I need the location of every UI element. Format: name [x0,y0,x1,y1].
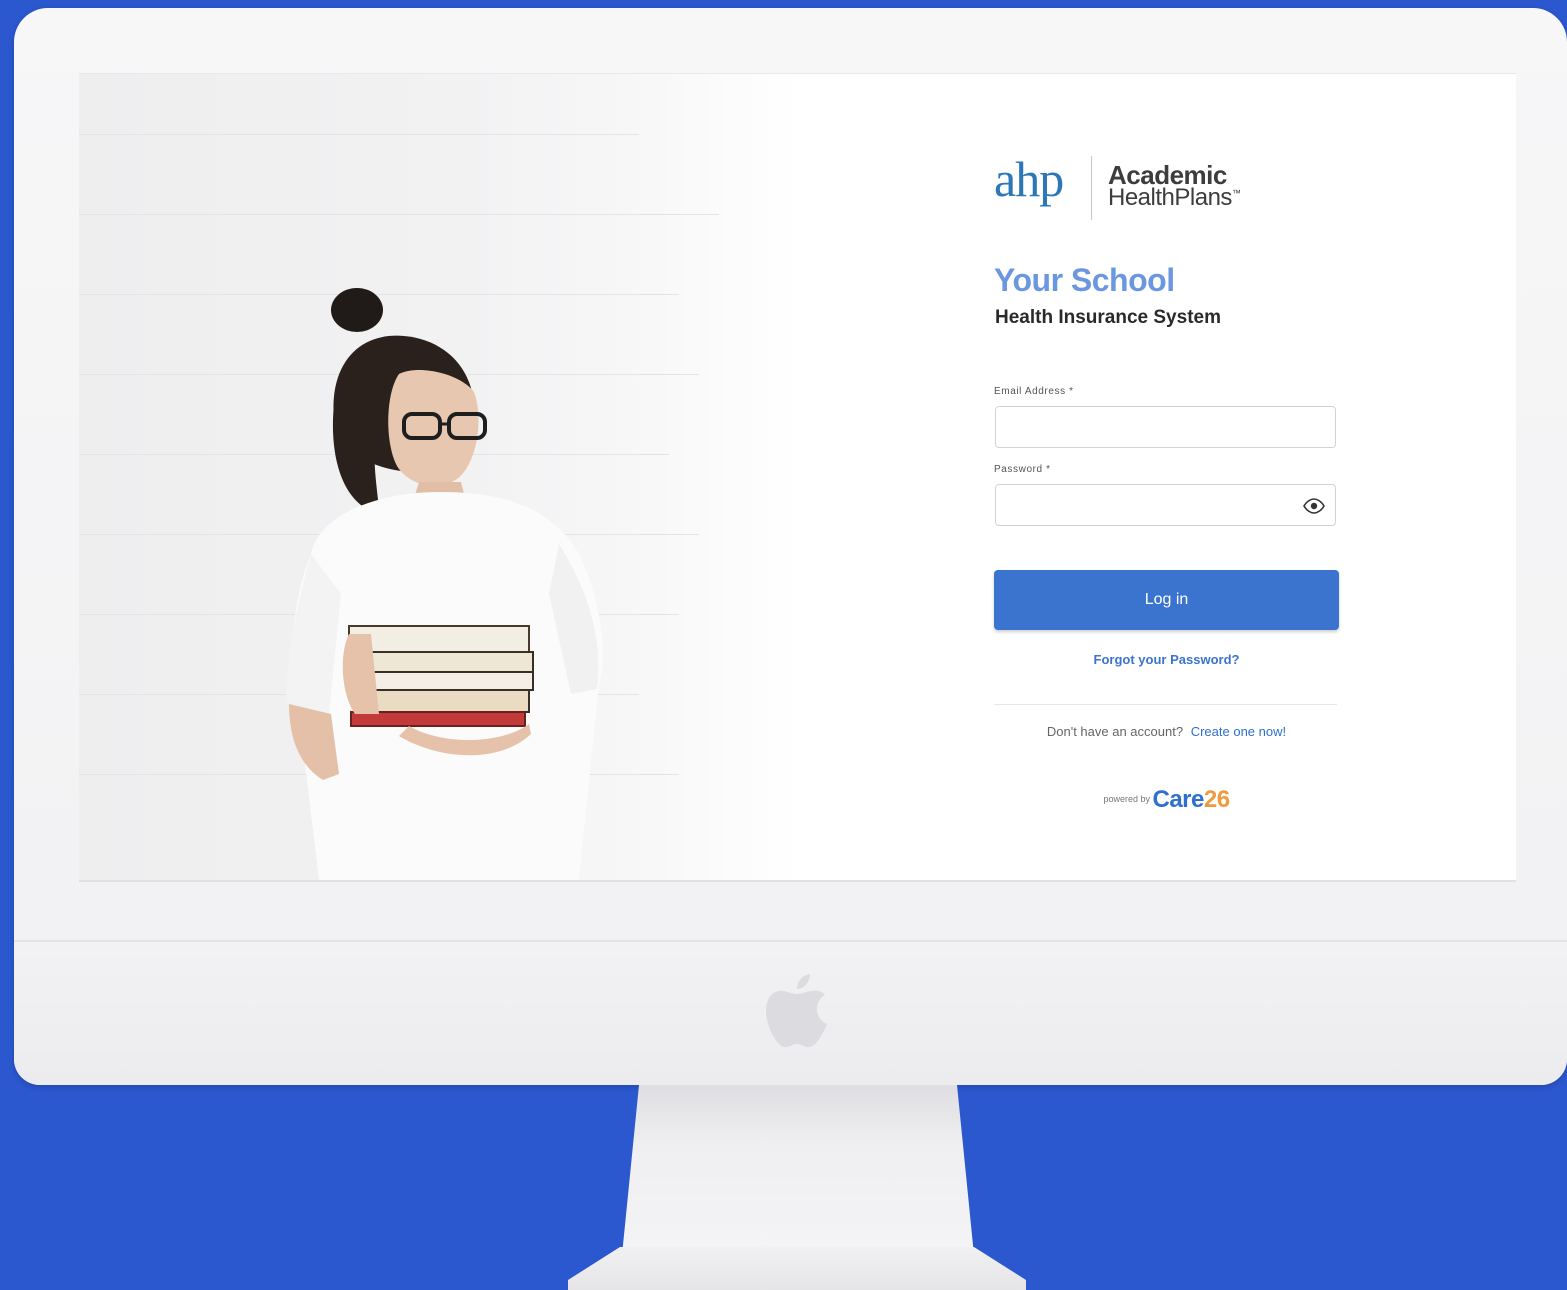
signup-row: Don't have an account? Create one now! [994,724,1339,739]
create-account-link[interactable]: Create one now! [1191,724,1286,739]
page-subtitle: Health Insurance System [995,307,1221,328]
screen: ahp Academic HealthPlans™ Your School He… [79,73,1516,882]
forgot-password-link[interactable]: Forgot your Password? [994,652,1339,667]
brand-name-line2: HealthPlans™ [1108,184,1241,212]
monitor-base [568,1247,1026,1290]
password-input[interactable] [996,485,1310,525]
email-label: Email Address * [994,386,1074,397]
care-brand-number: 26 [1203,786,1230,813]
page-title: Your School [994,262,1175,298]
login-panel: ahp Academic HealthPlans™ Your School He… [994,74,1344,880]
password-field[interactable] [995,484,1336,526]
password-label: Password * [994,464,1051,475]
login-button[interactable]: Log in [994,570,1339,630]
imac-monitor: ahp Academic HealthPlans™ Your School He… [14,8,1567,1085]
brand-mark: ahp [994,151,1064,207]
care-brand-text: Care [1152,786,1204,813]
email-field[interactable] [995,406,1336,448]
apple-logo-icon [766,974,827,1048]
signup-prompt: Don't have an account? [1046,724,1184,739]
brand-separator [1091,156,1092,220]
brand-trademark: ™ [1231,188,1241,198]
email-input[interactable] [996,407,1310,447]
powered-by: powered by Care26 [994,786,1339,814]
care26-logo: Care26 [1152,786,1230,813]
monitor-stand [622,1085,974,1255]
eye-icon[interactable] [1303,498,1325,514]
powered-by-label: powered by [1103,794,1150,804]
hero-photo [79,74,799,880]
section-divider [994,704,1337,705]
brand-logo: ahp Academic HealthPlans™ [994,150,1314,220]
brand-name-text: HealthPlans [1108,184,1232,211]
student-illustration [286,288,603,880]
